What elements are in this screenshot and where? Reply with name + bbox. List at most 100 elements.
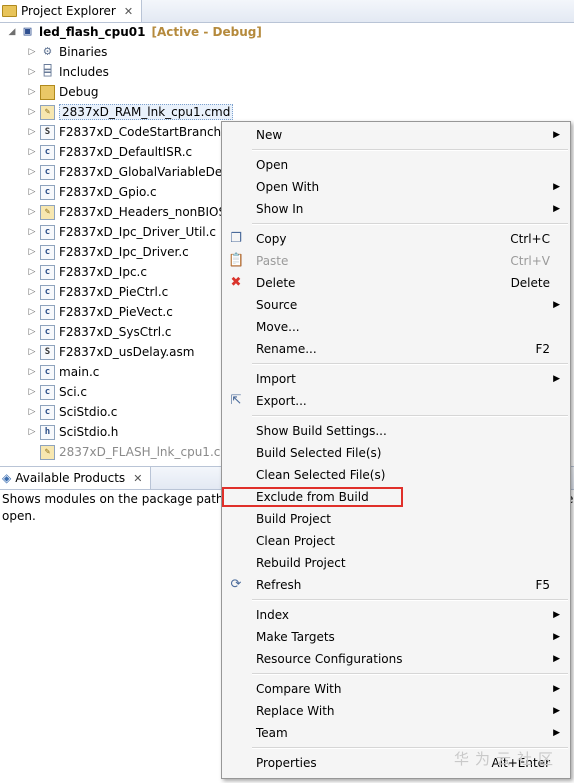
- menu-item-label: Replace With: [256, 704, 335, 718]
- collapsed-arrow-icon[interactable]: ▷: [26, 187, 38, 197]
- tree-item-label: SciStdio.c: [59, 405, 118, 419]
- collapsed-arrow-icon[interactable]: ▷: [26, 307, 38, 317]
- menu-item-paste[interactable]: 📋 Paste Ctrl+V: [222, 250, 570, 272]
- collapsed-arrow-icon[interactable]: ▷: [26, 407, 38, 417]
- menu-item-rename[interactable]: Rename... F2: [222, 338, 570, 360]
- tree-item[interactable]: ▷ ✎ 2837xD_RAM_lnk_cpu1.cmd: [0, 102, 574, 122]
- menu-item-build-selected-file-s[interactable]: Build Selected File(s): [222, 442, 570, 464]
- collapsed-arrow-icon[interactable]: ▷: [26, 427, 38, 437]
- collapsed-arrow-icon[interactable]: ▷: [26, 247, 38, 257]
- cmd-file-icon: ✎: [40, 104, 55, 120]
- collapsed-arrow-icon[interactable]: ▷: [26, 387, 38, 397]
- menu-item-replace-with[interactable]: Replace With ▶: [222, 700, 570, 722]
- menu-item-label: Show In: [256, 202, 304, 216]
- menu-item-label: Paste: [256, 254, 289, 268]
- c-file-icon: c: [40, 284, 55, 300]
- project-explorer-tab[interactable]: Project Explorer ✕: [0, 0, 143, 22]
- menu-item-open-with[interactable]: Open With ▶: [222, 176, 570, 198]
- project-node[interactable]: ◢ ▣ led_flash_cpu01 [Active - Debug]: [0, 22, 574, 42]
- collapsed-arrow-icon[interactable]: ▷: [26, 127, 38, 137]
- menu-item-delete[interactable]: ✖ Delete Delete: [222, 272, 570, 294]
- tree-item-label: F2837xD_Gpio.c: [59, 185, 157, 199]
- collapsed-arrow-icon[interactable]: ▷: [26, 167, 38, 177]
- submenu-arrow-icon: ▶: [553, 374, 560, 384]
- collapsed-arrow-icon[interactable]: ▷: [26, 367, 38, 377]
- menu-item-team[interactable]: Team ▶: [222, 722, 570, 744]
- menu-item-resource-configurations[interactable]: Resource Configurations ▶: [222, 648, 570, 670]
- project-explorer-title: Project Explorer: [21, 4, 116, 18]
- collapsed-arrow-icon[interactable]: ▷: [26, 267, 38, 277]
- menu-item-build-project[interactable]: Build Project: [222, 508, 570, 530]
- menu-item-clean-selected-file-s[interactable]: Clean Selected File(s): [222, 464, 570, 486]
- menu-item-source[interactable]: Source ▶: [222, 294, 570, 316]
- menu-item-label: Clean Project: [256, 534, 335, 548]
- menu-item-label: Index: [256, 608, 290, 622]
- menu-item-label: Move...: [256, 320, 300, 334]
- tree-item[interactable]: ▷ ⌸ Includes: [0, 62, 574, 82]
- collapsed-arrow-icon[interactable]: ▷: [26, 107, 38, 117]
- tree-item-label: 2837xD_RAM_lnk_cpu1.cmd: [59, 104, 234, 120]
- c-file-icon: c: [40, 364, 55, 380]
- tree-item[interactable]: ▷ Debug: [0, 82, 574, 102]
- collapsed-arrow-icon[interactable]: ▷: [26, 227, 38, 237]
- collapsed-arrow-icon[interactable]: ▷: [26, 347, 38, 357]
- tree-item-label: F2837xD_PieCtrl.c: [59, 285, 169, 299]
- collapsed-arrow-icon[interactable]: ▷: [26, 287, 38, 297]
- menu-item-shortcut: F2: [535, 342, 550, 356]
- menu-item-refresh[interactable]: ⟳ Refresh F5: [222, 574, 570, 596]
- submenu-arrow-icon: ▶: [553, 300, 560, 310]
- menu-item-show-build-settings[interactable]: Show Build Settings...: [222, 420, 570, 442]
- menu-item-index[interactable]: Index ▶: [222, 604, 570, 626]
- asm-file-icon: S: [40, 124, 55, 140]
- c-file-icon: c: [40, 404, 55, 420]
- tree-item-label: F2837xD_Ipc.c: [59, 265, 147, 279]
- tree-item-label: F2837xD_PieVect.c: [59, 305, 173, 319]
- tree-item-label: F2837xD_SysCtrl.c: [59, 325, 172, 339]
- c-file-icon: c: [40, 304, 55, 320]
- menu-item-show-in[interactable]: Show In ▶: [222, 198, 570, 220]
- collapsed-arrow-icon[interactable]: ▷: [26, 147, 38, 157]
- c-file-icon: c: [40, 224, 55, 240]
- collapsed-arrow-icon[interactable]: ▷: [26, 327, 38, 337]
- expanded-arrow-icon[interactable]: ◢: [6, 27, 18, 37]
- submenu-arrow-icon: ▶: [553, 684, 560, 694]
- tree-item[interactable]: ▷ ⚙ Binaries: [0, 42, 574, 62]
- close-icon[interactable]: ✕: [133, 472, 142, 485]
- menu-item-label: Clean Selected File(s): [256, 468, 386, 482]
- menu-separator: [252, 149, 568, 151]
- folder-icon: [40, 84, 55, 100]
- c-file-icon: c: [40, 244, 55, 260]
- menu-item-import[interactable]: Import ▶: [222, 368, 570, 390]
- menu-item-export[interactable]: ⇱ Export...: [222, 390, 570, 412]
- menu-item-label: Build Project: [256, 512, 331, 526]
- menu-item-label: Make Targets: [256, 630, 335, 644]
- tree-item-label: F2837xD_DefaultISR.c: [59, 145, 193, 159]
- menu-item-compare-with[interactable]: Compare With ▶: [222, 678, 570, 700]
- cmd-file-icon: ✎: [40, 204, 55, 220]
- collapsed-arrow-icon[interactable]: ▷: [26, 87, 38, 97]
- c-file-icon: c: [40, 184, 55, 200]
- menu-item-rebuild-project[interactable]: Rebuild Project: [222, 552, 570, 574]
- menu-item-shortcut: Ctrl+C: [510, 232, 550, 246]
- menu-item-copy[interactable]: ❐ Copy Ctrl+C: [222, 228, 570, 250]
- close-icon[interactable]: ✕: [124, 5, 133, 18]
- available-products-tab[interactable]: ◈ Available Products ✕: [0, 467, 152, 489]
- menu-item-open[interactable]: Open: [222, 154, 570, 176]
- menu-item-new[interactable]: New ▶: [222, 124, 570, 146]
- menu-item-shortcut: F5: [535, 578, 550, 592]
- collapsed-arrow-icon[interactable]: ▷: [26, 47, 38, 57]
- products-view-icon: ◈: [2, 471, 12, 485]
- c-file-icon: c: [40, 164, 55, 180]
- menu-item-label: Build Selected File(s): [256, 446, 382, 460]
- menu-item-clean-project[interactable]: Clean Project: [222, 530, 570, 552]
- cmd-file-excluded-icon: ✎: [40, 444, 55, 460]
- menu-item-move[interactable]: Move...: [222, 316, 570, 338]
- menu-item-make-targets[interactable]: Make Targets ▶: [222, 626, 570, 648]
- collapsed-arrow-icon[interactable]: ▷: [26, 207, 38, 217]
- menu-item-label: Team: [256, 726, 288, 740]
- menu-item-label: Import: [256, 372, 296, 386]
- refresh-icon: ⟳: [230, 577, 242, 592]
- menu-item-label: Copy: [256, 232, 287, 246]
- collapsed-arrow-icon[interactable]: ▷: [26, 67, 38, 77]
- submenu-arrow-icon: ▶: [553, 130, 560, 140]
